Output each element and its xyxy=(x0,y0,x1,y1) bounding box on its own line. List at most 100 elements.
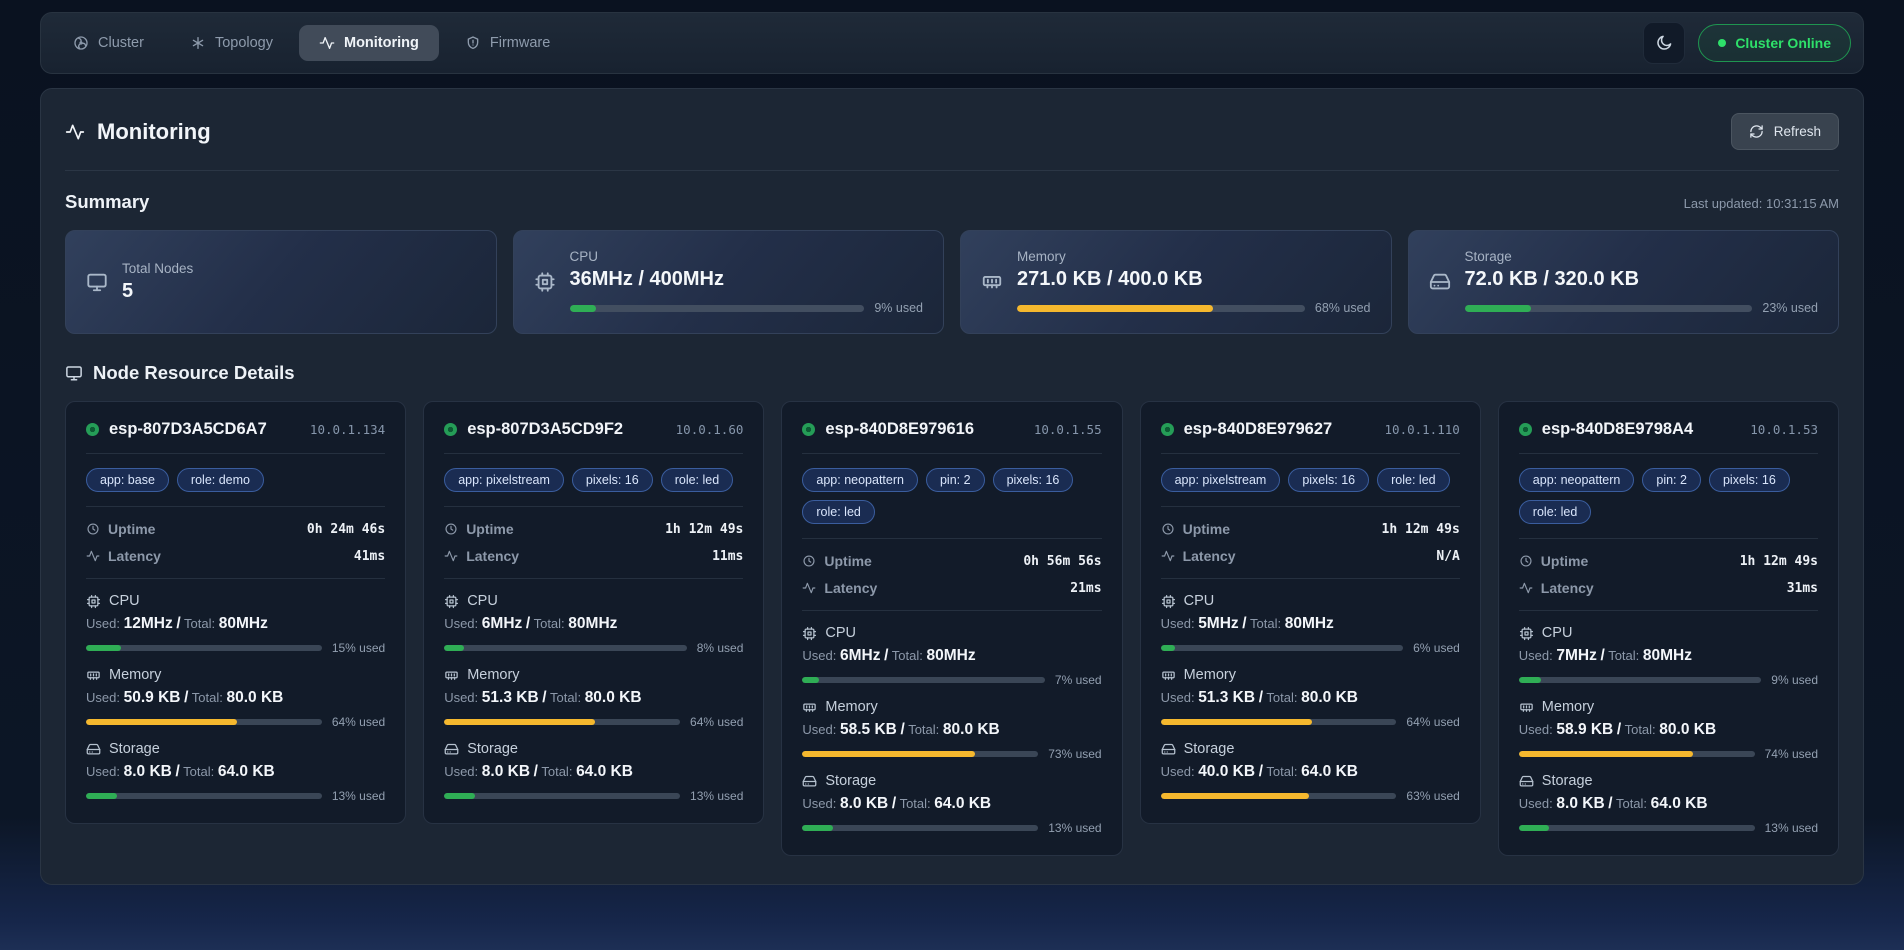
used-value: 5MHz xyxy=(1198,615,1238,632)
summary-card: Storage 72.0 KB / 320.0 KB 23% used xyxy=(1408,230,1840,334)
cluster-status-badge: Cluster Online xyxy=(1698,24,1851,62)
summary-cards: Total Nodes 5 CPU 36MHz / 400MHz 9% used… xyxy=(65,230,1839,334)
summary-card-label: Total Nodes xyxy=(122,261,476,276)
resource-label: Storage xyxy=(825,773,876,789)
used-label: Used: xyxy=(1161,690,1195,705)
tab-cluster[interactable]: Cluster xyxy=(53,25,164,61)
total-label: Total: xyxy=(900,796,931,811)
used-value: 8.0 KB xyxy=(840,795,888,812)
percent-used-label: 63% used xyxy=(1406,789,1459,803)
node-name: esp-840D8E9798A4 xyxy=(1542,420,1740,439)
progress-track xyxy=(570,305,865,312)
progress-fill xyxy=(444,645,463,651)
total-label: Total: xyxy=(1608,648,1639,663)
progress-track xyxy=(1161,645,1404,651)
resource-section: Memory Used: 50.9 KB / Total: 80.0 KB 64… xyxy=(86,667,385,729)
clock-icon xyxy=(802,554,816,568)
page-title: Monitoring xyxy=(65,119,211,145)
used-label: Used: xyxy=(86,616,120,631)
total-value: 64.0 KB xyxy=(576,763,633,780)
used-label: Used: xyxy=(802,648,836,663)
tab-monitoring[interactable]: Monitoring xyxy=(299,25,439,61)
node-ip: 10.0.1.134 xyxy=(310,422,385,437)
uptime-value: 1h 12m 49s xyxy=(1740,554,1818,569)
latency-value: 11ms xyxy=(712,549,743,564)
total-label: Total: xyxy=(1625,722,1656,737)
cluster-status-label: Cluster Online xyxy=(1735,35,1831,51)
monitor-icon xyxy=(86,271,108,293)
total-value: 80.0 KB xyxy=(227,689,284,706)
total-label: Total: xyxy=(892,648,923,663)
theme-toggle-button[interactable] xyxy=(1643,22,1685,64)
used-label: Used: xyxy=(444,690,478,705)
summary-card: CPU 36MHz / 400MHz 9% used xyxy=(513,230,945,334)
node-badge: role: led xyxy=(802,500,874,524)
latency-row: Latency 21ms xyxy=(802,580,1101,596)
activity-icon xyxy=(1161,549,1175,563)
resource-label: Memory xyxy=(1542,699,1594,715)
activity-icon xyxy=(802,581,816,595)
memory-icon xyxy=(444,668,459,683)
node-name: esp-807D3A5CD6A7 xyxy=(109,420,300,439)
uptime-row: Uptime 1h 12m 49s xyxy=(1519,553,1818,569)
node-ip: 10.0.1.60 xyxy=(676,422,744,437)
progress-track xyxy=(1465,305,1753,312)
total-value: 80.0 KB xyxy=(943,721,1000,738)
clock-icon xyxy=(1161,522,1175,536)
total-label: Total: xyxy=(1266,764,1297,779)
online-dot-icon xyxy=(1718,39,1726,47)
used-value: 8.0 KB xyxy=(482,763,530,780)
node-badge: app: neopattern xyxy=(802,468,918,492)
total-value: 80MHz xyxy=(927,647,976,664)
tab-firmware[interactable]: Firmware xyxy=(445,25,570,61)
used-value: 58.9 KB xyxy=(1556,721,1613,738)
resource-progress-bar: 64% used xyxy=(86,715,385,729)
node-status-dot-icon xyxy=(1161,423,1174,436)
resource-label: CPU xyxy=(467,593,498,609)
refresh-button[interactable]: Refresh xyxy=(1731,113,1839,150)
resource-progress-bar: 64% used xyxy=(1161,715,1460,729)
percent-used-label: 8% used xyxy=(697,641,744,655)
resource-values: Used: 51.3 KB / Total: 80.0 KB xyxy=(1161,689,1460,707)
total-value: 80.0 KB xyxy=(1301,689,1358,706)
percent-used-label: 64% used xyxy=(1406,715,1459,729)
resource-label: CPU xyxy=(1542,625,1573,641)
header-divider xyxy=(65,170,1839,171)
summary-card: Memory 271.0 KB / 400.0 KB 68% used xyxy=(960,230,1392,334)
resource-section: Storage Used: 8.0 KB / Total: 64.0 KB 13… xyxy=(444,741,743,803)
uptime-label: Uptime xyxy=(824,553,871,569)
node-card: esp-840D8E9798A4 10.0.1.53 app: neopatte… xyxy=(1498,401,1839,856)
total-label: Total: xyxy=(1616,796,1647,811)
node-cards: esp-807D3A5CD6A7 10.0.1.134 app: baserol… xyxy=(65,401,1839,856)
summary-card: Total Nodes 5 xyxy=(65,230,497,334)
resource-progress-bar: 13% used xyxy=(86,789,385,803)
used-label: Used: xyxy=(1519,722,1553,737)
uptime-label: Uptime xyxy=(466,521,513,537)
progress-fill xyxy=(444,793,475,799)
storage-icon xyxy=(1429,271,1451,293)
resource-section: Memory Used: 58.9 KB / Total: 80.0 KB 74… xyxy=(1519,699,1818,761)
total-label: Total: xyxy=(550,690,581,705)
node-badge: role: demo xyxy=(177,468,264,492)
node-card: esp-807D3A5CD6A7 10.0.1.134 app: baserol… xyxy=(65,401,406,824)
progress-fill xyxy=(86,719,237,725)
tab-topology[interactable]: Topology xyxy=(170,25,293,61)
summary-progress-bar: 23% used xyxy=(1465,301,1819,315)
nav-right: Cluster Online xyxy=(1643,22,1851,64)
total-label: Total: xyxy=(908,722,939,737)
node-status-dot-icon xyxy=(802,423,815,436)
node-card-header: esp-840D8E9798A4 10.0.1.53 xyxy=(1519,420,1818,439)
progress-fill xyxy=(1519,677,1541,683)
progress-fill xyxy=(444,719,595,725)
resource-values: Used: 8.0 KB / Total: 64.0 KB xyxy=(444,763,743,781)
node-name: esp-840D8E979627 xyxy=(1184,420,1375,439)
resource-progress-bar: 13% used xyxy=(802,821,1101,835)
used-label: Used: xyxy=(1519,796,1553,811)
node-badge: pin: 2 xyxy=(926,468,985,492)
node-card: esp-840D8E979627 10.0.1.110 app: pixelst… xyxy=(1140,401,1481,824)
latency-value: N/A xyxy=(1436,549,1459,564)
resource-values: Used: 8.0 KB / Total: 64.0 KB xyxy=(86,763,385,781)
card-divider xyxy=(1161,453,1460,454)
node-badges: app: pixelstreampixels: 16role: led xyxy=(444,468,743,492)
used-value: 8.0 KB xyxy=(124,763,172,780)
